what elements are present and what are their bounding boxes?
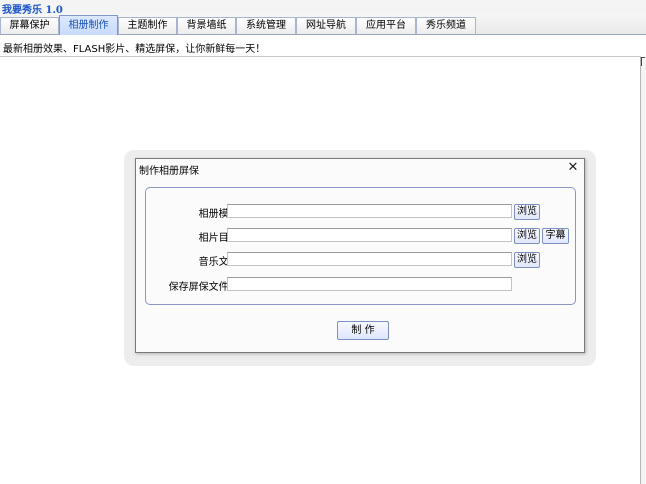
make-album-screensaver-dialog: 制作相册屏保 ✕ 相册模板: 浏览 相片目录: 浏览 字幕 音乐文件: 浏览 保… [135, 158, 585, 353]
tab-bar: 屏幕保护 相册制作 主题制作 背景墙纸 系统管理 网址导航 应用平台 秀乐频道 [0, 14, 646, 35]
template-input[interactable] [227, 204, 512, 218]
scrollbar-top-mark [641, 57, 645, 66]
music-file-input[interactable] [227, 252, 512, 266]
tab-wallpaper[interactable]: 背景墙纸 [177, 17, 236, 34]
photo-dir-browse-button[interactable]: 浏览 [514, 228, 540, 244]
subtitle-button[interactable]: 字幕 [542, 228, 569, 244]
close-icon[interactable]: ✕ [567, 161, 579, 175]
make-button[interactable]: 制 作 [337, 321, 389, 340]
music-browse-button[interactable]: 浏览 [514, 252, 540, 268]
header-divider [0, 56, 641, 57]
tab-screensaver[interactable]: 屏幕保护 [0, 17, 59, 34]
dialog-title: 制作相册屏保 [139, 166, 199, 177]
title-bar: 我要秀乐 1.0 [0, 0, 646, 16]
settings-group: 相册模板: 浏览 相片目录: 浏览 字幕 音乐文件: 浏览 保存屏保文件名: [145, 187, 576, 305]
tab-system-management[interactable]: 系统管理 [236, 17, 296, 34]
tab-app-platform[interactable]: 应用平台 [356, 17, 416, 34]
tab-url-navigation[interactable]: 网址导航 [296, 17, 356, 34]
app-window: 我要秀乐 1.0 屏幕保护 相册制作 主题制作 背景墙纸 系统管理 网址导航 应… [0, 0, 646, 484]
save-filename-input[interactable] [227, 277, 512, 291]
info-message: 最新相册效果、FLASH影片、精选屏保，让你新鲜每一天！ [3, 44, 266, 55]
right-scrollbar[interactable] [640, 57, 646, 484]
tab-xiule-channel[interactable]: 秀乐频道 [416, 17, 476, 34]
photo-dir-input[interactable] [227, 228, 512, 242]
tab-theme-making[interactable]: 主题制作 [118, 17, 177, 34]
tab-album-making[interactable]: 相册制作 [59, 15, 118, 35]
template-browse-button[interactable]: 浏览 [514, 204, 540, 220]
